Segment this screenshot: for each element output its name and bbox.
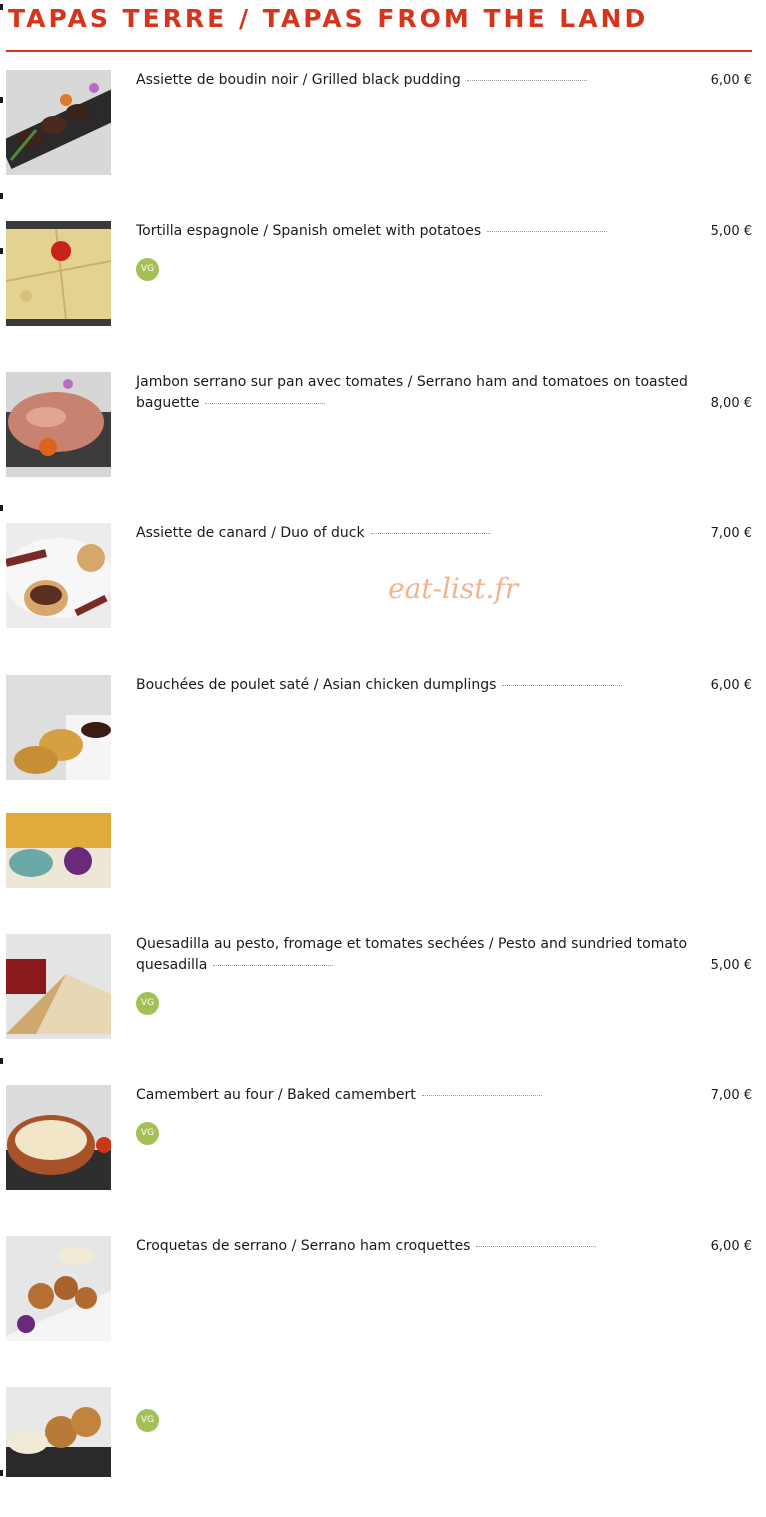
menu-item: Tortilla espagnole / Spanish omelet with… bbox=[0, 221, 766, 351]
menu-item: Assiette de boudin noir / Grilled black … bbox=[0, 70, 766, 200]
dish-image bbox=[6, 523, 111, 628]
dish-price: 6,00 € bbox=[710, 73, 752, 88]
edge-mark bbox=[0, 1470, 3, 1476]
edge-mark bbox=[0, 193, 3, 199]
edge-mark bbox=[0, 4, 3, 10]
dish-image bbox=[6, 70, 111, 175]
dish-image bbox=[6, 675, 111, 780]
watermark: eat-list.fr bbox=[388, 572, 519, 605]
menu-item: Camembert au four / Baked camembert 7,00… bbox=[0, 1085, 766, 1215]
dot-leader bbox=[502, 684, 623, 686]
vegetarian-badge: VG bbox=[136, 992, 159, 1015]
edge-mark bbox=[0, 1058, 3, 1064]
edge-mark bbox=[0, 97, 3, 103]
vegetarian-badge: VG bbox=[136, 1122, 159, 1145]
dish-price: 5,00 € bbox=[710, 224, 752, 239]
page-title: TAPAS TERRE / TAPAS FROM THE LAND bbox=[8, 4, 649, 33]
dish-image bbox=[6, 1387, 111, 1477]
dish-image bbox=[6, 1085, 111, 1190]
dish-image bbox=[6, 221, 111, 326]
vegetarian-badge: VG bbox=[136, 1409, 159, 1432]
dot-leader bbox=[421, 1094, 542, 1096]
dish-name: Croquetas de serrano / Serrano ham croqu… bbox=[136, 1238, 471, 1254]
dish-name: Assiette de boudin noir / Grilled black … bbox=[136, 72, 461, 88]
dish-image bbox=[6, 1236, 111, 1341]
dish-name: Jambon serrano sur pan avec tomates / Se… bbox=[136, 374, 688, 411]
menu-item: Assiette de canard / Duo of duck 7,00 € bbox=[0, 523, 766, 653]
dish-image bbox=[6, 372, 111, 477]
menu-item: Bouchées de poulet saté / Asian chicken … bbox=[0, 675, 766, 805]
menu-item: Jambon serrano sur pan avec tomates / Se… bbox=[0, 372, 766, 502]
dish-name: Tortilla espagnole / Spanish omelet with… bbox=[136, 223, 482, 239]
dish-name: Assiette de canard / Duo of duck bbox=[136, 525, 365, 541]
dot-leader bbox=[487, 230, 608, 232]
dish-price: 6,00 € bbox=[710, 678, 752, 693]
dot-leader bbox=[205, 402, 326, 404]
vegetarian-badge: VG bbox=[136, 258, 159, 281]
dish-price: 6,00 € bbox=[710, 1239, 752, 1254]
dish-price: 7,00 € bbox=[710, 526, 752, 541]
menu-item: Quesadilla au pesto, fromage et tomates … bbox=[0, 934, 766, 1064]
dish-name: Bouchées de poulet saté / Asian chicken … bbox=[136, 677, 497, 693]
dish-price: 8,00 € bbox=[710, 396, 752, 411]
menu-item: VG bbox=[0, 1387, 766, 1517]
dish-image bbox=[6, 934, 111, 1039]
dot-leader bbox=[213, 964, 334, 966]
dish-price: 7,00 € bbox=[710, 1088, 752, 1103]
dot-leader bbox=[476, 1245, 597, 1247]
dish-name: Camembert au four / Baked camembert bbox=[136, 1087, 416, 1103]
edge-mark bbox=[0, 248, 3, 254]
menu-item bbox=[0, 813, 766, 943]
dish-name: Quesadilla au pesto, fromage et tomates … bbox=[136, 936, 688, 973]
dot-leader bbox=[466, 79, 587, 81]
title-divider bbox=[6, 50, 752, 52]
dish-price: 5,00 € bbox=[710, 958, 752, 973]
menu-item: Croquetas de serrano / Serrano ham croqu… bbox=[0, 1236, 766, 1366]
dot-leader bbox=[370, 532, 491, 534]
dish-image bbox=[6, 813, 111, 888]
edge-mark bbox=[0, 505, 3, 511]
